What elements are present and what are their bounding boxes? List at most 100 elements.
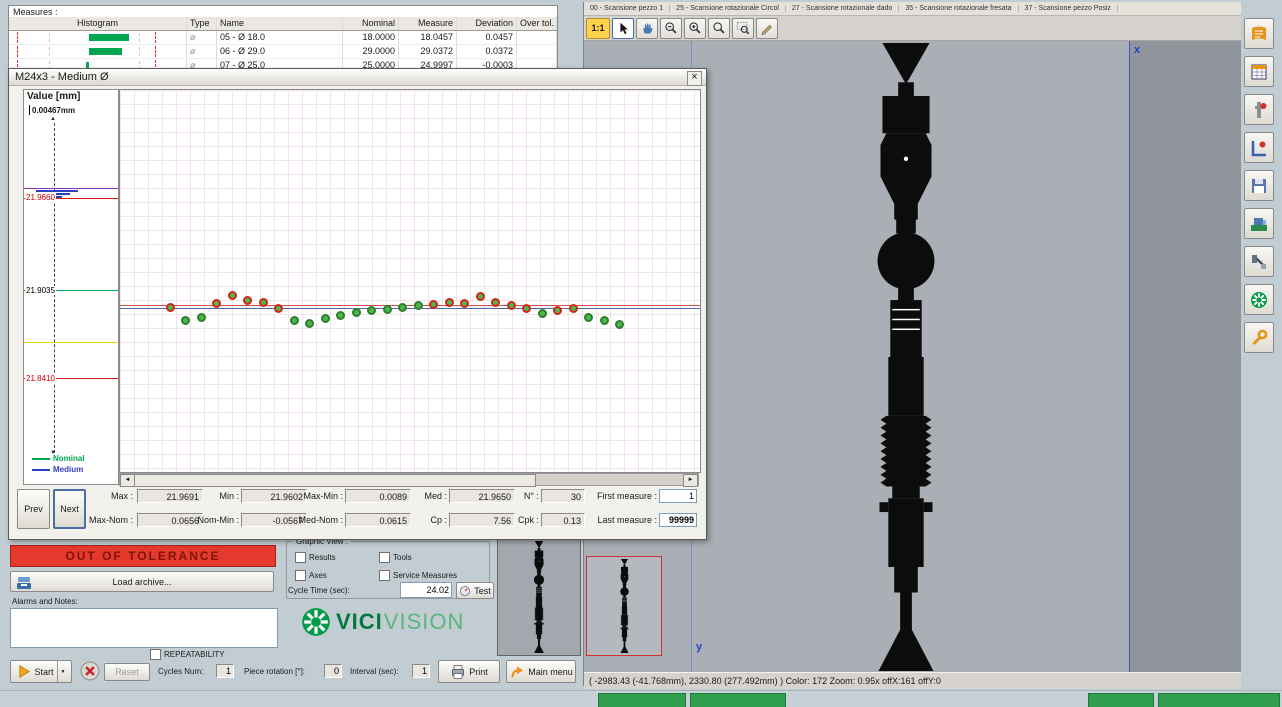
reset-button[interactable]: Reset: [104, 663, 150, 681]
taskbar-item[interactable]: [1088, 693, 1154, 707]
tick-lower: 21.8410: [25, 374, 56, 383]
tools-label: Tools: [393, 553, 412, 562]
taskbar-item[interactable]: [690, 693, 786, 707]
scatter-plot: [119, 89, 701, 473]
measures-header: Histogram Type Name Nominal Measure Devi…: [9, 17, 557, 31]
coordinate-statusbar: ( -2983.43 (-41.768mm), 2330.80 (277.492…: [584, 672, 1241, 689]
measure-value: 29.0372: [399, 45, 457, 58]
caliper-button[interactable]: [1244, 246, 1274, 277]
zoom-fit-button[interactable]: [708, 18, 730, 39]
data-point: [383, 305, 392, 314]
n-label: N° :: [499, 491, 539, 501]
dialog-titlebar[interactable]: M24x3 - Medium Ø: [9, 69, 706, 86]
start-button[interactable]: Start ▼: [10, 660, 72, 683]
tolerance-mark: [17, 46, 18, 57]
rotation-input[interactable]: [324, 664, 342, 678]
upper-tolerance-line: [120, 305, 700, 306]
zoom-in-button[interactable]: [684, 18, 706, 39]
data-point: [259, 298, 268, 307]
test-button[interactable]: Test: [456, 582, 494, 599]
printer-icon: [450, 664, 466, 680]
cp-label: Cp :: [377, 515, 447, 525]
axes-label: Axes: [309, 571, 327, 580]
tab-scan-2[interactable]: 27 - Scansione rotazionale dado: [786, 5, 899, 12]
first-measure-input[interactable]: [659, 489, 697, 503]
col-type: Type: [187, 17, 217, 30]
save-button[interactable]: [1244, 170, 1274, 201]
part-thumbnail[interactable]: [497, 538, 581, 656]
taskbar-item[interactable]: [1158, 693, 1280, 707]
scrollbar-thumb[interactable]: [134, 474, 536, 487]
results-report-button[interactable]: [1244, 18, 1274, 49]
col-nominal: Nominal: [343, 17, 399, 30]
start-dropdown-icon[interactable]: ▼: [57, 661, 66, 682]
axis-arrow-up-icon: ▲: [50, 116, 56, 122]
scroll-right-icon[interactable]: ►: [683, 474, 698, 487]
cycles-input[interactable]: [216, 664, 234, 678]
interval-input[interactable]: [412, 664, 430, 678]
service-measures-checkbox[interactable]: [379, 570, 390, 581]
plot-scrollbar[interactable]: ◄ ►: [119, 473, 699, 486]
measures-title: Measures :: [9, 6, 557, 17]
data-point: [429, 300, 438, 309]
maxmin-label: Max-Min :: [271, 491, 343, 501]
tolerance-mark: [155, 32, 156, 43]
data-point: [305, 319, 314, 328]
measure-name: 05 - Ø 18.0: [217, 31, 343, 44]
data-point: [491, 298, 500, 307]
zoom-area-button[interactable]: [732, 18, 754, 39]
main-menu-button[interactable]: Main menu: [506, 660, 576, 683]
scale-1-1-button[interactable]: 1:1: [586, 18, 610, 39]
pan-tool-button[interactable]: [636, 18, 658, 39]
repeatability-checkbox[interactable]: [150, 649, 161, 660]
draw-measure-button[interactable]: [756, 18, 778, 39]
data-point: [445, 298, 454, 307]
service-tools-button[interactable]: [1244, 322, 1274, 353]
cursor-icon: [616, 21, 630, 35]
data-point: [197, 313, 206, 322]
tab-scan-3[interactable]: 35 - Scansione rotazionale fresata: [899, 5, 1018, 12]
cycle-time-input[interactable]: [400, 582, 452, 598]
alarms-textarea[interactable]: [10, 608, 278, 648]
tab-scan-1[interactable]: 25 - Scansione rotazionale Circol: [670, 5, 786, 12]
measure-table-button[interactable]: [1244, 56, 1274, 87]
measure-tools-button[interactable]: [1244, 132, 1274, 163]
tab-scan-0[interactable]: 00 - Scansione pezzo 1: [584, 5, 670, 12]
data-point: [460, 299, 469, 308]
vici-gear-icon: [300, 606, 332, 638]
data-point: [398, 303, 407, 312]
table-row[interactable]: ⌀ 05 - Ø 18.0 18.0000 18.0457 0.0457: [9, 31, 557, 45]
reset-icon[interactable]: [80, 661, 100, 681]
machine-icon: [1249, 214, 1269, 234]
legend-nominal: Nominal: [32, 454, 85, 463]
measure-trend-dialog: M24x3 - Medium Ø × Value [mm] 0.00467mm …: [8, 68, 707, 540]
prev-button[interactable]: Prev: [17, 489, 50, 529]
part-thumbnail-selected[interactable]: [586, 556, 662, 656]
data-point: [212, 299, 221, 308]
data-point: [538, 309, 547, 318]
scroll-left-icon[interactable]: ◄: [120, 474, 135, 487]
close-icon[interactable]: ×: [687, 71, 702, 86]
deviation-bar: [89, 34, 129, 41]
last-measure-label: Last measure :: [585, 515, 657, 525]
measure-type-icon: ⌀: [187, 45, 217, 58]
data-point: [290, 316, 299, 325]
last-measure-input[interactable]: [659, 513, 697, 527]
tools-checkbox[interactable]: [379, 552, 390, 563]
cursor-tool-button[interactable]: [612, 18, 634, 39]
load-archive-button[interactable]: Load archive...: [10, 571, 274, 592]
table-row[interactable]: ⌀ 06 - Ø 29.0 29.0000 29.0372 0.0372: [9, 45, 557, 59]
right-toolbar: [1244, 18, 1274, 360]
taskbar-item[interactable]: [598, 693, 686, 707]
tab-scan-4[interactable]: 37 - Scansione pezzo Posiz: [1019, 5, 1118, 12]
data-point: [321, 314, 330, 323]
vicivision-logo: VICI VISION: [300, 606, 464, 638]
vici-home-button[interactable]: [1244, 284, 1274, 315]
machine-setup-button[interactable]: [1244, 208, 1274, 239]
zoom-out-button[interactable]: [660, 18, 682, 39]
part-program-button[interactable]: [1244, 94, 1274, 125]
part-silhouette-small: [528, 541, 550, 653]
axes-checkbox[interactable]: [295, 570, 306, 581]
results-checkbox[interactable]: [295, 552, 306, 563]
print-button[interactable]: Print: [438, 660, 500, 683]
